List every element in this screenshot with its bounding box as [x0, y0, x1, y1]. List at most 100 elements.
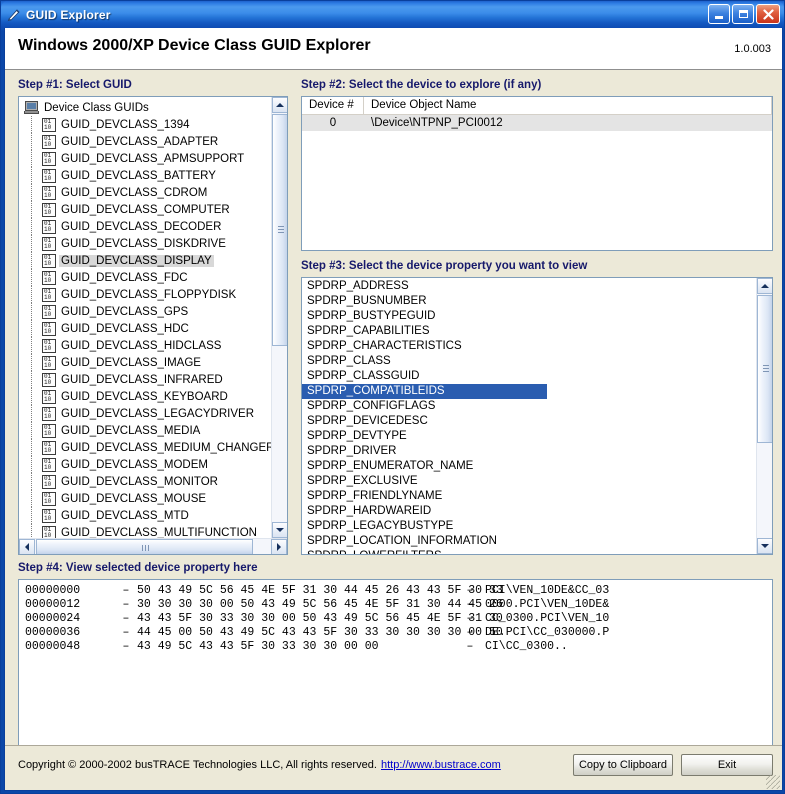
hex-offset: 00000000	[25, 584, 81, 597]
tree-item-guid-devclass-computer[interactable]: GUID_DEVCLASS_COMPUTER	[22, 201, 271, 218]
tree-item-label: GUID_DEVCLASS_INFRARED	[61, 373, 223, 386]
list-item-spdrp-bustypeguid[interactable]: SPDRP_BUSTYPEGUID	[302, 309, 756, 324]
guid-tree-panel[interactable]: Device Class GUIDs GUID_DEVCLASS_1394 GUID…	[18, 96, 288, 555]
close-button[interactable]	[756, 4, 780, 24]
list-item-spdrp-capabilities[interactable]: SPDRP_CAPABILITIES	[302, 324, 756, 339]
tree-connector-line	[31, 456, 32, 473]
list-item-spdrp-friendlyname[interactable]: SPDRP_FRIENDLYNAME	[302, 489, 756, 504]
list-item-spdrp-lowerfilters[interactable]: SPDRP_LOWERFILTERS	[302, 549, 756, 554]
tree-item-label: GUID_DEVCLASS_MOUSE	[61, 492, 207, 505]
tree-vscroll-track[interactable]	[271, 97, 287, 538]
cell-device-object-name: \Device\NTPNP_PCI0012	[371, 117, 503, 129]
tree-scroll-up-button[interactable]	[272, 97, 287, 113]
list-item-spdrp-driver[interactable]: SPDRP_DRIVER	[302, 444, 756, 459]
tree-item-guid-devclass-battery[interactable]: GUID_DEVCLASS_BATTERY	[22, 167, 271, 184]
tree-hscroll-thumb[interactable]	[36, 539, 253, 554]
binary-file-icon	[42, 270, 56, 285]
device-list-header: Device # Device Object Name	[302, 97, 772, 115]
tree-item-guid-devclass-mouse[interactable]: GUID_DEVCLASS_MOUSE	[22, 490, 271, 507]
property-scroll-up-button[interactable]	[757, 278, 772, 294]
property-listbox[interactable]: SPDRP_ADDRESS SPDRP_BUSNUMBER SPDRP_BUSTYP…	[301, 277, 773, 555]
minimize-button[interactable]	[708, 4, 730, 24]
tree-item-guid-devclass-image[interactable]: GUID_DEVCLASS_IMAGE	[22, 354, 271, 371]
tree-connector-line	[31, 201, 32, 218]
table-row[interactable]: 0 \Device\NTPNP_PCI0012	[302, 115, 772, 131]
copy-to-clipboard-button[interactable]: Copy to Clipboard	[573, 754, 673, 776]
tree-root-label: Device Class GUIDs	[44, 101, 149, 114]
list-item-spdrp-compatibleids[interactable]: SPDRP_COMPATIBLEIDS	[302, 384, 547, 399]
tree-item-guid-devclass-mtd[interactable]: GUID_DEVCLASS_MTD	[22, 507, 271, 524]
list-item-spdrp-classguid[interactable]: SPDRP_CLASSGUID	[302, 369, 756, 384]
maximize-button[interactable]	[732, 4, 754, 24]
tree-horizontal-scrollbar[interactable]	[19, 538, 287, 554]
exit-button[interactable]: Exit	[681, 754, 773, 776]
list-item-spdrp-address[interactable]: SPDRP_ADDRESS	[302, 279, 756, 294]
list-item-spdrp-devtype[interactable]: SPDRP_DEVTYPE	[302, 429, 756, 444]
list-item-spdrp-location-information[interactable]: SPDRP_LOCATION_INFORMATION	[302, 534, 756, 549]
resize-grip-icon[interactable]	[766, 775, 780, 789]
footer-bar: Copyright © 2000-2002 busTRACE Technolog…	[5, 745, 782, 790]
tree-item-guid-devclass-diskdrive[interactable]: GUID_DEVCLASS_DISKDRIVE	[22, 235, 271, 252]
tree-item-label: GUID_DEVCLASS_FLOPPYDISK	[61, 288, 237, 301]
hex-bytes: 43 49 5C 43 43 5F 30 33 30 30 00 00	[137, 640, 379, 653]
hex-ascii: CI\CC_0300..	[485, 640, 568, 653]
binary-file-icon	[42, 372, 56, 387]
list-item-spdrp-exclusive[interactable]: SPDRP_EXCLUSIVE	[302, 474, 756, 489]
list-item-spdrp-class[interactable]: SPDRP_CLASS	[302, 354, 756, 369]
list-item-spdrp-hardwareid[interactable]: SPDRP_HARDWAREID	[302, 504, 756, 519]
list-item-spdrp-busnumber[interactable]: SPDRP_BUSNUMBER	[302, 294, 756, 309]
tree-scroll-right-button[interactable]	[271, 539, 287, 554]
list-item-spdrp-characteristics[interactable]: SPDRP_CHARACTERISTICS	[302, 339, 756, 354]
tree-connector-line	[31, 371, 32, 388]
guid-tree-list[interactable]: Device Class GUIDs GUID_DEVCLASS_1394 GUID…	[19, 97, 271, 538]
binary-file-icon	[42, 338, 56, 353]
tree-connector-line	[31, 507, 32, 524]
tree-item-label: GUID_DEVCLASS_HIDCLASS	[61, 339, 222, 352]
computer-icon	[24, 100, 40, 115]
tree-item-guid-devclass-apmsupport[interactable]: GUID_DEVCLASS_APMSUPPORT	[22, 150, 271, 167]
tree-item-guid-devclass-decoder[interactable]: GUID_DEVCLASS_DECODER	[22, 218, 271, 235]
tree-item-guid-devclass-display[interactable]: GUID_DEVCLASS_DISPLAY	[22, 252, 271, 269]
website-link[interactable]: http://www.bustrace.com	[381, 759, 501, 771]
tree-item-guid-devclass-adapter[interactable]: GUID_DEVCLASS_ADAPTER	[22, 133, 271, 150]
tree-item-guid-devclass-1394[interactable]: GUID_DEVCLASS_1394	[22, 116, 271, 133]
list-item-spdrp-devicedesc[interactable]: SPDRP_DEVICEDESC	[302, 414, 756, 429]
tree-item-guid-devclass-infrared[interactable]: GUID_DEVCLASS_INFRARED	[22, 371, 271, 388]
tree-item-guid-devclass-keyboard[interactable]: GUID_DEVCLASS_KEYBOARD	[22, 388, 271, 405]
tree-item-guid-devclass-modem[interactable]: GUID_DEVCLASS_MODEM	[22, 456, 271, 473]
tree-item-guid-devclass-monitor[interactable]: GUID_DEVCLASS_MONITOR	[22, 473, 271, 490]
tree-root-node[interactable]: Device Class GUIDs	[22, 99, 271, 116]
tree-scroll-left-button[interactable]	[19, 539, 35, 554]
tree-item-guid-devclass-hdc[interactable]: GUID_DEVCLASS_HDC	[22, 320, 271, 337]
hex-separator: –	[122, 584, 130, 597]
client-area: Windows 2000/XP Device Class GUID Explor…	[4, 28, 783, 791]
column-header-device-number[interactable]: Device #	[302, 97, 364, 114]
tree-item-guid-devclass-floppydisk[interactable]: GUID_DEVCLASS_FLOPPYDISK	[22, 286, 271, 303]
tree-item-guid-devclass-medium-changer[interactable]: GUID_DEVCLASS_MEDIUM_CHANGER	[22, 439, 271, 456]
tree-vscroll-thumb[interactable]	[272, 114, 287, 346]
list-item-spdrp-enumerator-name[interactable]: SPDRP_ENUMERATOR_NAME	[302, 459, 756, 474]
tree-item-guid-devclass-fdc[interactable]: GUID_DEVCLASS_FDC	[22, 269, 271, 286]
list-item-spdrp-legacybustype[interactable]: SPDRP_LEGACYBUSTYPE	[302, 519, 756, 534]
tree-item-label: GUID_DEVCLASS_MEDIUM_CHANGER	[61, 441, 271, 454]
property-list-items[interactable]: SPDRP_ADDRESS SPDRP_BUSNUMBER SPDRP_BUSTYP…	[302, 278, 756, 554]
tree-item-guid-devclass-legacydriver[interactable]: GUID_DEVCLASS_LEGACYDRIVER	[22, 405, 271, 422]
tree-connector-line	[31, 252, 32, 269]
property-scroll-down-button[interactable]	[757, 538, 772, 554]
tree-connector-line	[31, 354, 32, 371]
column-header-device-object-name[interactable]: Device Object Name	[364, 97, 772, 114]
tree-connector-line	[31, 269, 32, 286]
tree-item-guid-devclass-hidclass[interactable]: GUID_DEVCLASS_HIDCLASS	[22, 337, 271, 354]
list-item-spdrp-configflags[interactable]: SPDRP_CONFIGFLAGS	[302, 399, 756, 414]
binary-file-icon	[42, 219, 56, 234]
tree-item-guid-devclass-gps[interactable]: GUID_DEVCLASS_GPS	[22, 303, 271, 320]
tree-connector-line	[31, 337, 32, 354]
device-listview[interactable]: Device # Device Object Name 0 \Device\NTP…	[301, 96, 773, 251]
tree-item-guid-devclass-media[interactable]: GUID_DEVCLASS_MEDIA	[22, 422, 271, 439]
tree-scroll-down-button[interactable]	[272, 522, 287, 538]
property-vertical-scrollbar[interactable]	[756, 278, 772, 554]
tree-item-guid-devclass-cdrom[interactable]: GUID_DEVCLASS_CDROM	[22, 184, 271, 201]
tree-item-guid-devclass-multifunction[interactable]: GUID_DEVCLASS_MULTIFUNCTION	[22, 524, 271, 538]
property-vscroll-thumb[interactable]	[757, 295, 772, 443]
tree-item-label: GUID_DEVCLASS_DECODER	[61, 220, 222, 233]
